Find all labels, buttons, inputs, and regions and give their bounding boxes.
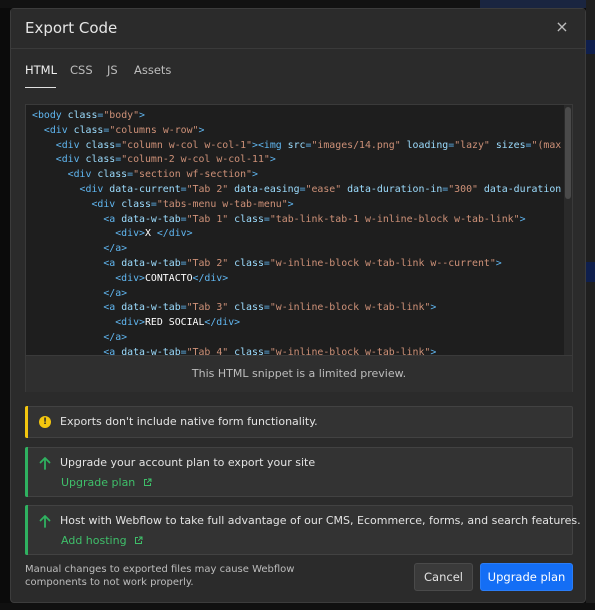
code-line: </a> bbox=[32, 243, 128, 255]
notice-text: Host with Webflow to take full advantage… bbox=[60, 514, 581, 527]
modal-header: Export Code × bbox=[11, 9, 585, 49]
hosting-notice: Host with Webflow to take full advantage… bbox=[25, 505, 581, 555]
code-line: <div class="column-2 w-col w-col-11"> bbox=[32, 154, 276, 166]
code-line: <a data-w-tab="Tab 1" class="tab-link-ta… bbox=[32, 213, 526, 225]
tab-css[interactable]: CSS bbox=[70, 63, 93, 77]
code-line: <a data-w-tab="Tab 4" class="w-inline-bl… bbox=[32, 346, 437, 355]
code-line: <a data-w-tab="Tab 3" class="w-inline-bl… bbox=[32, 302, 437, 314]
notice-text: Exports don't include native form functi… bbox=[60, 415, 318, 428]
code-line: <div class="columns w-row"> bbox=[32, 124, 205, 136]
external-link-icon bbox=[143, 478, 152, 486]
tab-html[interactable]: HTML bbox=[25, 63, 57, 77]
background-block bbox=[586, 262, 595, 282]
notice-text: Upgrade your account plan to export your… bbox=[60, 456, 316, 469]
background-top-right bbox=[480, 0, 595, 8]
cancel-button[interactable]: Cancel bbox=[414, 563, 473, 591]
code-line: </a> bbox=[32, 287, 128, 299]
background-top bbox=[0, 0, 480, 8]
html-code: <body class="body"> <div class="columns … bbox=[32, 109, 562, 355]
tab-js[interactable]: JS bbox=[107, 63, 118, 77]
modal-title: Export Code bbox=[25, 19, 118, 37]
code-line: <div class="column w-col w-col-1"><img s… bbox=[32, 139, 562, 151]
active-tab-indicator bbox=[25, 87, 56, 88]
code-scrollbar[interactable] bbox=[564, 105, 572, 355]
add-hosting-link[interactable]: Add hosting bbox=[61, 534, 143, 547]
upgrade-plan-button[interactable]: Upgrade plan bbox=[480, 563, 573, 591]
code-line: <div>RED SOCIAL</div> bbox=[32, 317, 241, 329]
notice-accent-bar bbox=[25, 447, 28, 497]
scrollbar-thumb[interactable] bbox=[565, 107, 571, 199]
code-line: <div class="tabs-menu w-tab-menu"> bbox=[32, 198, 294, 210]
footer-note: Manual changes to exported files may cau… bbox=[25, 564, 295, 588]
export-code-modal: Export Code × HTML CSS JS Assets <body c… bbox=[10, 8, 586, 603]
code-line: <a data-w-tab="Tab 2" class="w-inline-bl… bbox=[32, 257, 502, 269]
upgrade-plan-link[interactable]: Upgrade plan bbox=[61, 476, 152, 489]
code-line: <div class="section wf-section"> bbox=[32, 169, 258, 181]
notice-accent-bar bbox=[25, 505, 28, 555]
background-bottom bbox=[0, 603, 595, 610]
link-label: Add hosting bbox=[61, 534, 127, 547]
upgrade-notice: Upgrade your account plan to export your… bbox=[25, 447, 573, 497]
notice-accent-bar bbox=[25, 406, 28, 438]
background-right-edge bbox=[586, 0, 595, 610]
code-viewer[interactable]: <body class="body"> <div class="columns … bbox=[26, 105, 562, 355]
arrow-up-icon bbox=[39, 457, 51, 470]
code-line: </a> bbox=[32, 331, 128, 343]
warning-icon: ! bbox=[39, 416, 51, 428]
tab-assets[interactable]: Assets bbox=[134, 63, 171, 77]
external-link-icon bbox=[135, 536, 143, 544]
code-line: <div>X </div> bbox=[32, 228, 193, 240]
code-line: <body class="body"> bbox=[32, 110, 145, 121]
preview-note: This HTML snippet is a limited preview. bbox=[26, 355, 572, 392]
code-line: <div data-current="Tab 2" data-easing="e… bbox=[32, 183, 562, 195]
close-icon[interactable]: × bbox=[553, 18, 571, 36]
arrow-up-icon bbox=[39, 515, 51, 528]
code-line: <div>CONTACTO</div> bbox=[32, 272, 229, 284]
background-block bbox=[586, 40, 595, 54]
forms-warning-notice: ! Exports don't include native form func… bbox=[25, 406, 573, 438]
code-preview-panel: <body class="body"> <div class="columns … bbox=[25, 104, 573, 392]
link-label: Upgrade plan bbox=[61, 476, 136, 489]
